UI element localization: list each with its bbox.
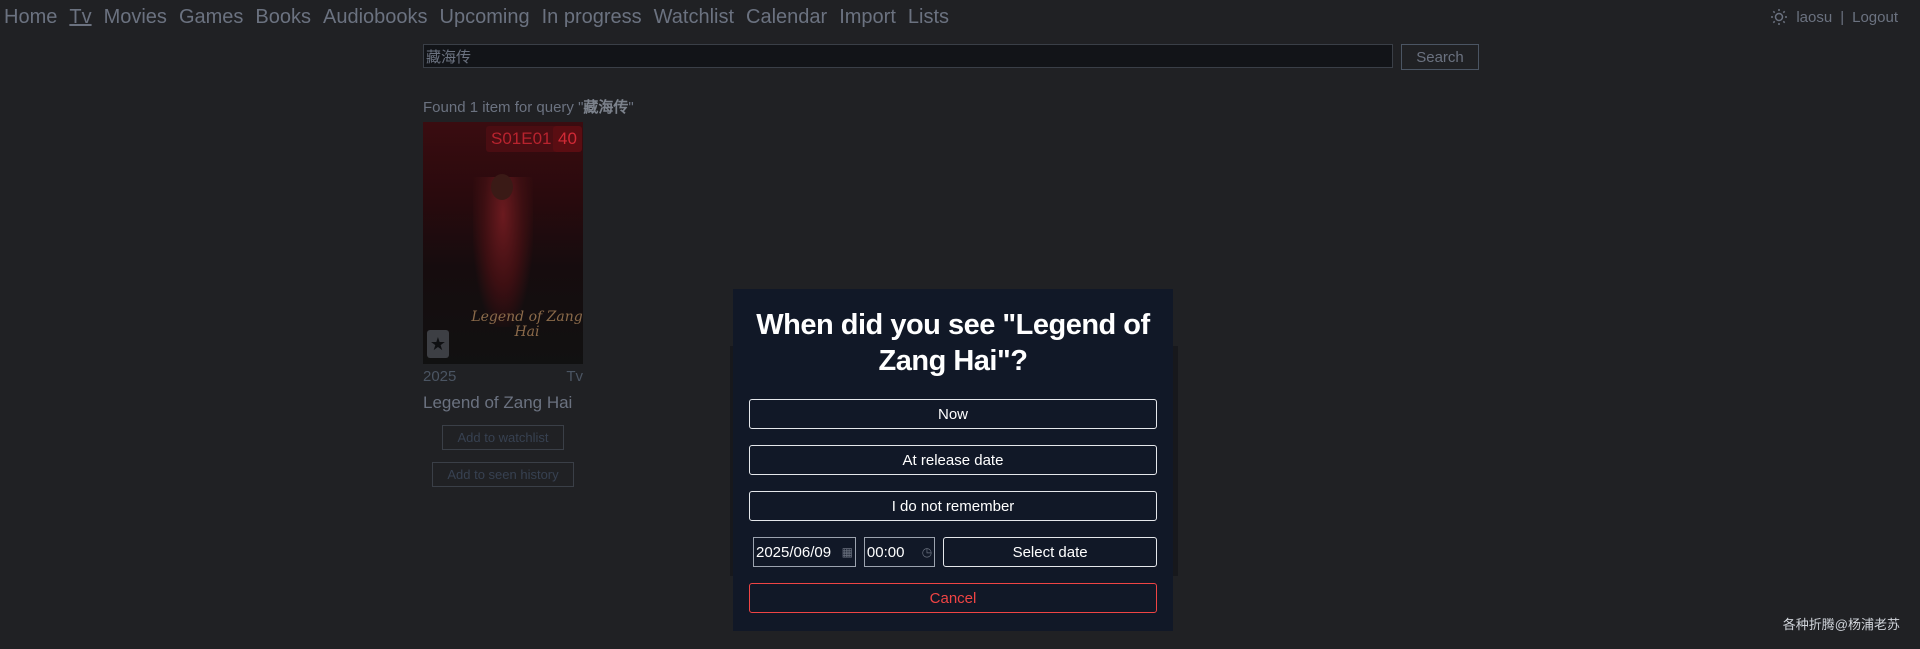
nav-games[interactable]: Games [179,6,243,29]
media-card: Legend of Zang Hai S01E01 40 ★ 2025 Tv L… [423,122,583,487]
results-query: 藏海传 [583,99,629,116]
select-date-button[interactable]: Select date [943,537,1157,567]
nav-calendar[interactable]: Calendar [746,6,827,29]
search-input[interactable] [423,44,1393,68]
nav-movies[interactable]: Movies [104,6,167,29]
results-suffix: " [628,99,634,116]
nav-lists[interactable]: Lists [908,6,949,29]
time-value: 00:00 [866,543,905,561]
nav-in-progress[interactable]: In progress [542,6,642,29]
cancel-button[interactable]: Cancel [749,583,1157,613]
poster-figure-head [491,174,513,200]
clock-icon[interactable]: ◷ [922,545,932,559]
nav-import[interactable]: Import [839,6,896,29]
results-summary: Found 1 item for query "藏海传" [423,96,634,117]
results-prefix: Found 1 item for query " [423,99,584,116]
star-icon[interactable]: ★ [427,330,449,358]
calendar-icon[interactable]: ▦ [842,545,853,559]
nav-upcoming[interactable]: Upcoming [440,6,530,29]
nav-audiobooks[interactable]: Audiobooks [323,6,428,29]
poster-logo-text: Legend of Zang Hai [471,309,583,340]
nav-watchlist[interactable]: Watchlist [654,6,734,29]
nav-tv[interactable]: Tv [69,6,91,29]
username-link[interactable]: laosu [1796,9,1832,26]
watermark: 各种折腾@杨浦老苏 [1782,617,1900,632]
card-type: Tv [566,368,583,385]
now-button[interactable]: Now [749,399,1157,429]
date-input[interactable]: 2025/06/09 ▦ [753,537,856,567]
card-meta: 2025 Tv [423,368,583,385]
custom-date-row: 2025/06/09 ▦ 00:00 ◷ Select date [749,537,1157,567]
poster-image[interactable]: Legend of Zang Hai S01E01 40 ★ [423,122,583,364]
nav-home[interactable]: Home [4,6,57,29]
theme-toggle-sun-icon[interactable] [1770,8,1788,26]
search-button[interactable]: Search [1401,44,1479,70]
date-value: 2025/06/09 [756,543,832,561]
release-date-button[interactable]: At release date [749,445,1157,475]
search-bar: Search [423,44,1479,70]
seen-date-dialog: When did you see "Legend of Zang Hai"? N… [733,289,1173,631]
add-to-seen-history-button[interactable]: Add to seen history [432,462,574,487]
add-to-watchlist-button[interactable]: Add to watchlist [442,425,564,450]
unseen-count-badge: 40 [553,126,582,152]
logout-link[interactable]: Logout [1852,9,1898,26]
user-separator: | [1840,8,1845,26]
main-nav: Home Tv Movies Games Books Audiobooks Up… [4,6,949,29]
do-not-remember-button[interactable]: I do not remember [749,491,1157,521]
time-input[interactable]: 00:00 ◷ [863,537,936,567]
card-year: 2025 [423,368,457,385]
user-menu: laosu | Logout [1770,8,1898,26]
nav-books[interactable]: Books [255,6,311,29]
card-title[interactable]: Legend of Zang Hai [423,393,583,413]
dialog-title: When did you see "Legend of Zang Hai"? [756,309,1150,377]
episode-badge: S01E01 [486,126,557,152]
